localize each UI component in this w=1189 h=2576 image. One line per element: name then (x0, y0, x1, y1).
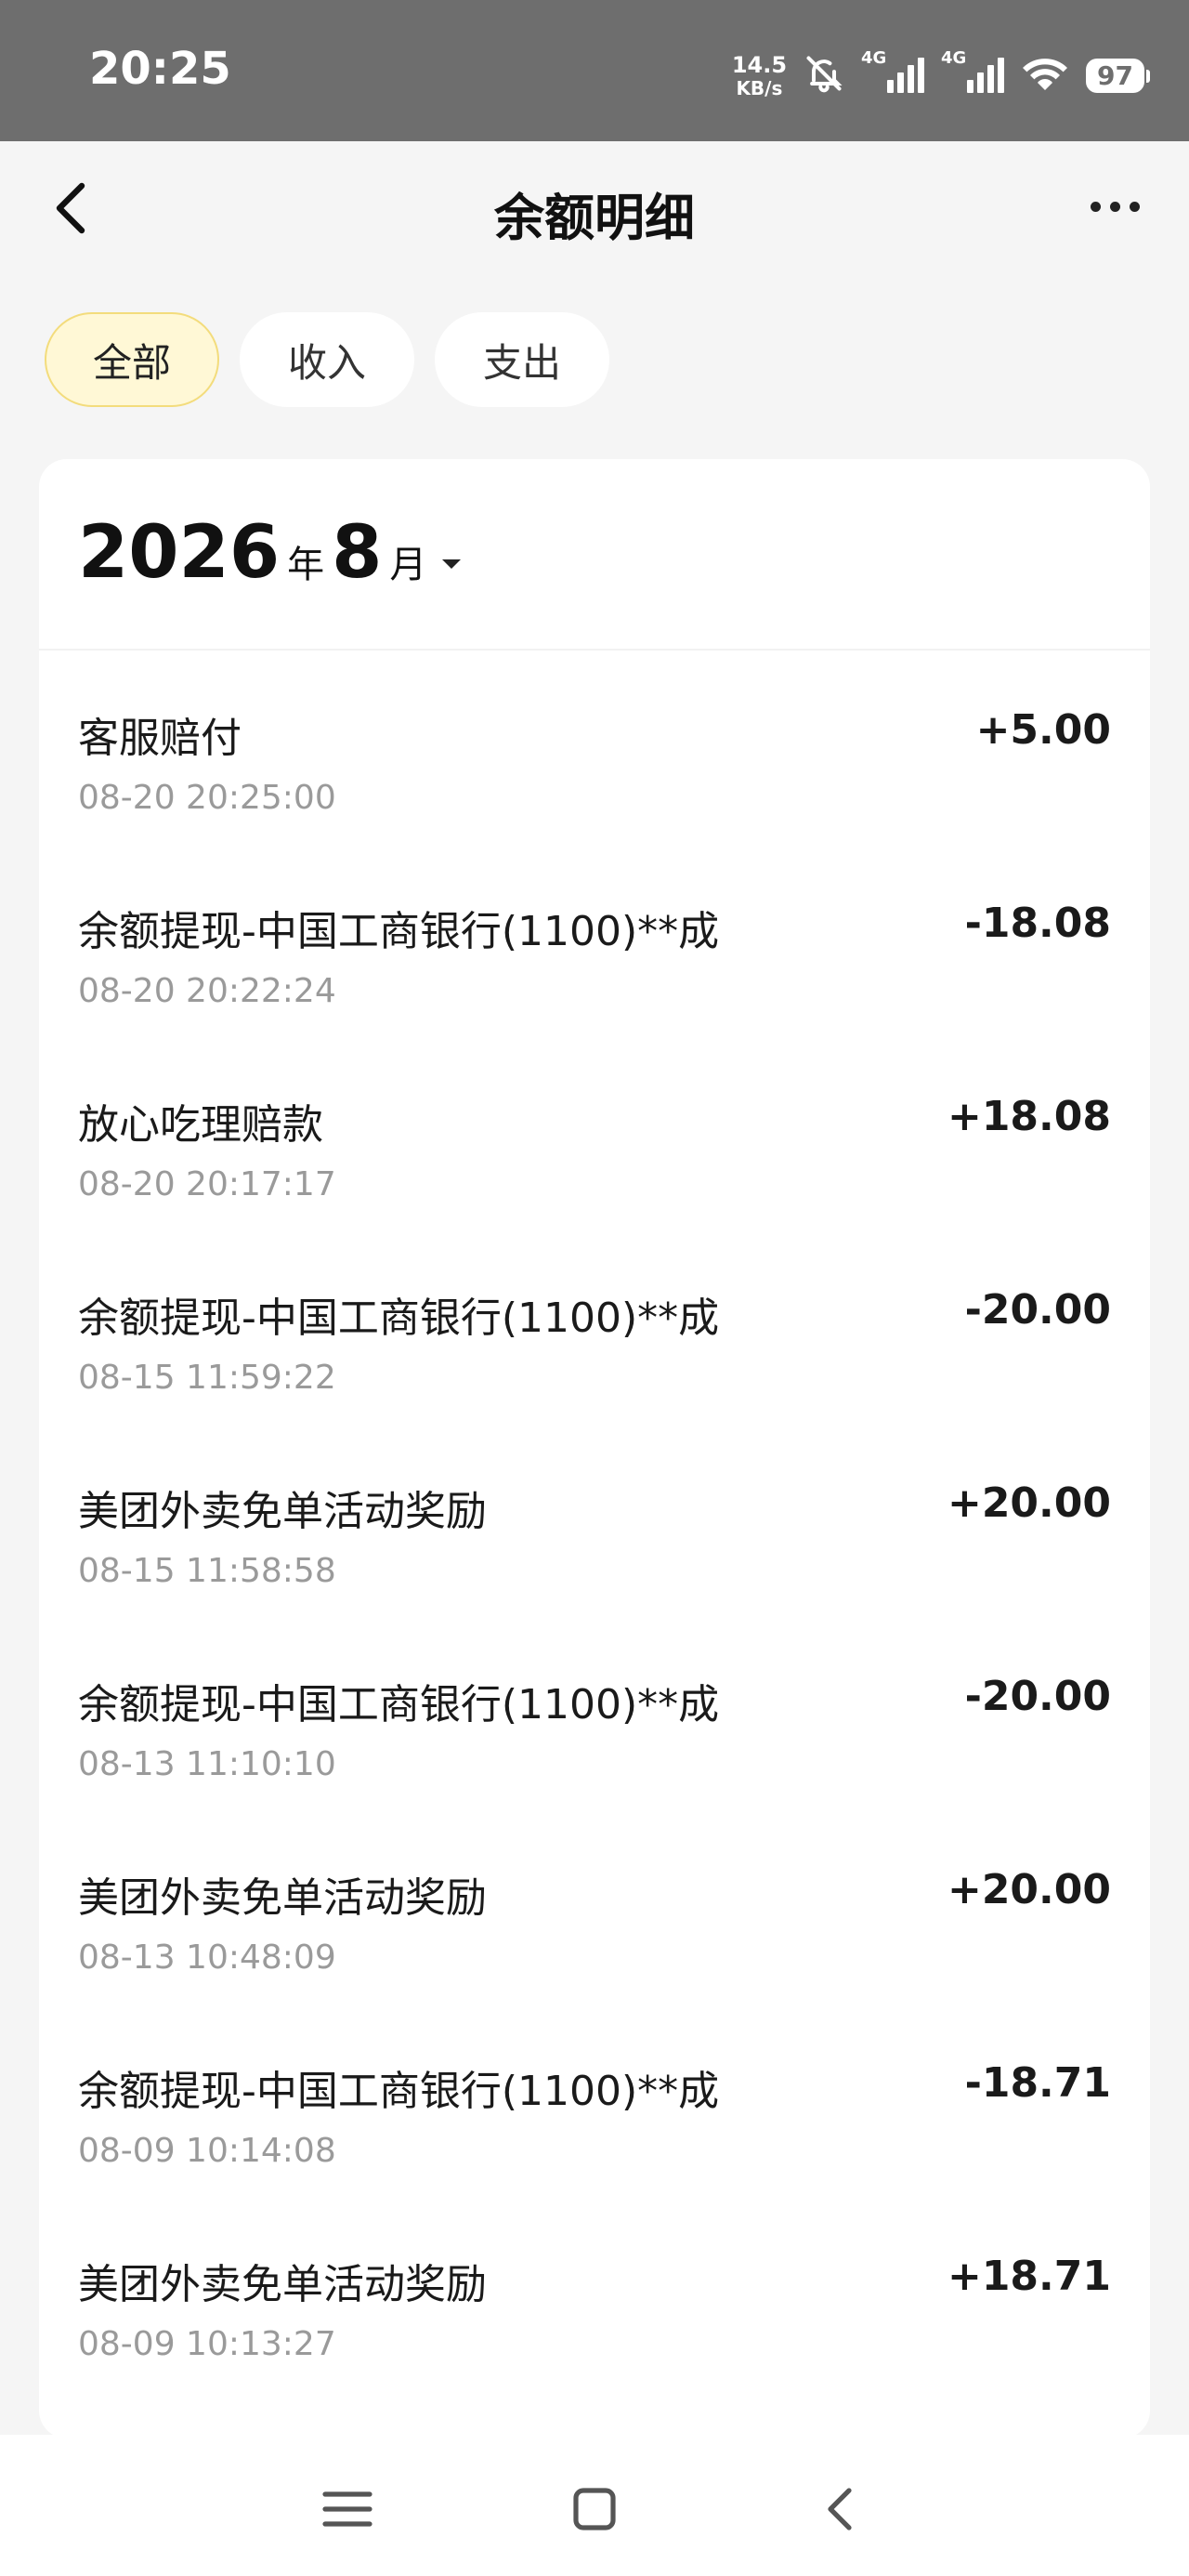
transaction-title: 余额提现-中国工商银行(1100)**成 (78, 908, 720, 955)
transactions-card: 2026 年 8 月 客服赔付 08-20 20:25:00 +5.00 余额提… (39, 459, 1150, 2438)
tab-expense[interactable]: 支出 (435, 312, 610, 407)
transaction-amount: +18.08 (947, 1093, 1111, 1140)
month-unit: 月 (389, 544, 427, 586)
transaction-amount: +20.00 (947, 1479, 1111, 1527)
caret-down-icon (439, 557, 464, 575)
year-unit: 年 (287, 544, 325, 586)
more-dot (1109, 201, 1120, 212)
transaction-amount: +20.00 (947, 1866, 1111, 1913)
network-speed-unit: KB/s (736, 76, 783, 99)
transaction-time: 08-15 11:59:22 (78, 1359, 336, 1397)
transaction-amount: -18.71 (964, 2059, 1111, 2107)
transaction-time: 08-20 20:17:17 (78, 1165, 336, 1203)
chevron-left-icon (828, 2488, 852, 2530)
transaction-amount: -20.00 (964, 1286, 1111, 1334)
nav-back-button[interactable] (804, 2472, 879, 2546)
transaction-title: 客服赔付 (78, 715, 242, 762)
transaction-title: 余额提现-中国工商银行(1100)**成 (78, 1681, 720, 1728)
sim1-signal-icon: 4G (861, 48, 925, 93)
transaction-time: 08-13 10:48:09 (78, 1939, 336, 1977)
network-speed: 14.5 KB/s (732, 54, 787, 98)
transaction-amount: +18.71 (947, 2253, 1111, 2300)
transaction-title: 美团外卖免单活动奖励 (78, 1874, 487, 1922)
bell-off-icon (804, 53, 844, 98)
transaction-list: 客服赔付 08-20 20:25:00 +5.00 余额提现-中国工商银行(11… (39, 651, 1150, 2390)
transaction-row[interactable]: 余额提现-中国工商银行(1100)**成 08-13 11:10:10 -20.… (39, 1617, 1150, 1810)
more-button[interactable] (1078, 178, 1152, 234)
system-nav-bar (0, 2435, 1189, 2576)
transaction-amount: -18.08 (964, 900, 1111, 947)
top-nav-bar: 余额明细 (0, 141, 1189, 279)
network-speed-value: 14.5 (731, 51, 788, 78)
nav-menu-button[interactable] (310, 2472, 385, 2546)
year-value: 2026 (78, 511, 281, 595)
month-header: 2026 年 8 月 (39, 459, 1150, 651)
status-icons: 14.5 KB/s 4G 4G 97 (732, 46, 1150, 104)
status-time: 20:25 (89, 43, 231, 95)
transaction-title: 美团外卖免单活动奖励 (78, 2261, 487, 2308)
month-value: 8 (332, 511, 383, 595)
more-dot (1129, 201, 1140, 212)
transaction-time: 08-13 11:10:10 (78, 1745, 336, 1783)
transaction-time: 08-20 20:22:24 (78, 972, 336, 1010)
transaction-title: 余额提现-中国工商银行(1100)**成 (78, 2068, 720, 2115)
transaction-amount: +5.00 (975, 706, 1111, 754)
transaction-time: 08-15 11:58:58 (78, 1552, 336, 1590)
tab-all[interactable]: 全部 (45, 312, 220, 407)
transaction-row[interactable]: 美团外卖免单活动奖励 08-13 10:48:09 +20.00 (39, 1810, 1150, 2004)
transaction-row[interactable]: 美团外卖免单活动奖励 08-09 10:13:27 +18.71 (39, 2197, 1150, 2390)
battery-indicator: 97 (1086, 58, 1150, 93)
transaction-row[interactable]: 余额提现-中国工商银行(1100)**成 08-15 11:59:22 -20.… (39, 1230, 1150, 1424)
square-icon (573, 2488, 616, 2530)
wifi-icon (1021, 55, 1069, 96)
transaction-row[interactable]: 客服赔付 08-20 20:25:00 +5.00 (39, 651, 1150, 844)
transaction-time: 08-09 10:14:08 (78, 2132, 336, 2170)
transaction-title: 美团外卖免单活动奖励 (78, 1488, 487, 1535)
transaction-time: 08-20 20:25:00 (78, 779, 336, 817)
transaction-row[interactable]: 美团外卖免单活动奖励 08-15 11:58:58 +20.00 (39, 1424, 1150, 1617)
filter-tabs: 全部 收入 支出 (45, 312, 610, 407)
transaction-row[interactable]: 余额提现-中国工商银行(1100)**成 08-09 10:14:08 -18.… (39, 2004, 1150, 2197)
transaction-title: 余额提现-中国工商银行(1100)**成 (78, 1295, 720, 1342)
transaction-time: 08-09 10:13:27 (78, 2325, 336, 2363)
transaction-title: 放心吃理赔款 (78, 1101, 323, 1149)
sim1-label: 4G (861, 48, 887, 68)
status-bar: 20:25 14.5 KB/s 4G 4G 97 (0, 0, 1189, 141)
sim2-label: 4G (941, 48, 967, 68)
menu-icon (322, 2491, 372, 2527)
sim2-signal-icon: 4G (941, 48, 1005, 93)
more-dot (1090, 201, 1101, 212)
transaction-row[interactable]: 放心吃理赔款 08-20 20:17:17 +18.08 (39, 1037, 1150, 1230)
nav-home-button[interactable] (557, 2472, 632, 2546)
month-picker[interactable]: 2026 年 8 月 (78, 511, 464, 595)
tab-income[interactable]: 收入 (240, 312, 415, 407)
transaction-amount: -20.00 (964, 1673, 1111, 1720)
transaction-row[interactable]: 余额提现-中国工商银行(1100)**成 08-20 20:22:24 -18.… (39, 844, 1150, 1037)
page-title: 余额明细 (494, 189, 695, 247)
